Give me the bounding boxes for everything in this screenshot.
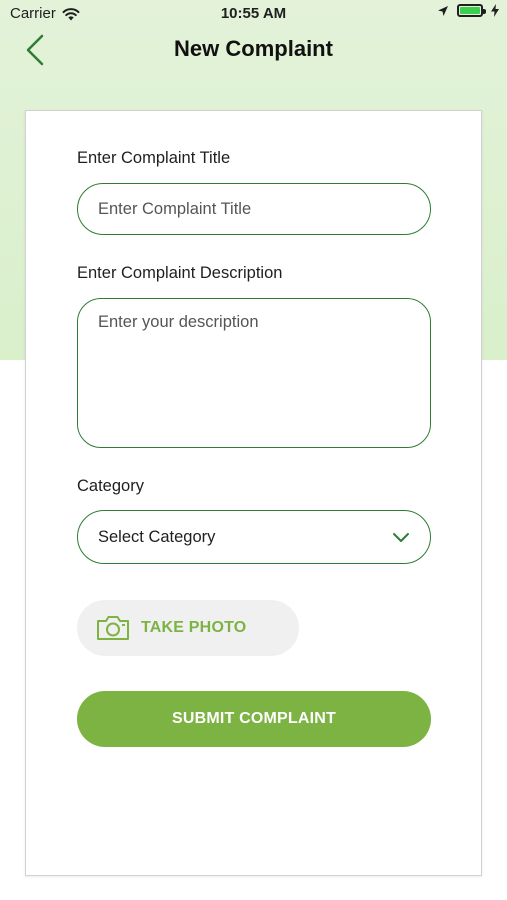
description-label: Enter Complaint Description: [77, 264, 283, 282]
take-photo-button[interactable]: TAKE PHOTO: [77, 600, 299, 656]
status-time: 10:55 AM: [220, 5, 287, 22]
location-arrow-icon: [438, 5, 448, 16]
chevron-down-icon: [393, 533, 409, 542]
complaint-description-input[interactable]: [77, 298, 431, 448]
take-photo-label: TAKE PHOTO: [141, 619, 247, 636]
complaint-title-input[interactable]: [77, 183, 431, 235]
category-select[interactable]: Select Category: [77, 510, 431, 564]
status-right: [437, 4, 499, 17]
category-selected-value: Select Category: [98, 527, 216, 546]
complaint-form-card: Enter Complaint Title Enter Complaint De…: [25, 110, 482, 876]
charging-bolt-icon: [491, 4, 499, 17]
battery-level: [460, 7, 480, 14]
title-label: Enter Complaint Title: [77, 149, 231, 167]
navigation-bar: New Complaint: [0, 28, 507, 72]
status-bar: Carrier 10:55 AM: [0, 0, 507, 28]
camera-icon: [97, 616, 129, 640]
submit-complaint-button[interactable]: SUBMIT COMPLAINT: [77, 691, 431, 747]
battery-icon: [457, 4, 486, 17]
page-title: New Complaint: [174, 36, 333, 61]
category-label: Category: [77, 477, 144, 495]
